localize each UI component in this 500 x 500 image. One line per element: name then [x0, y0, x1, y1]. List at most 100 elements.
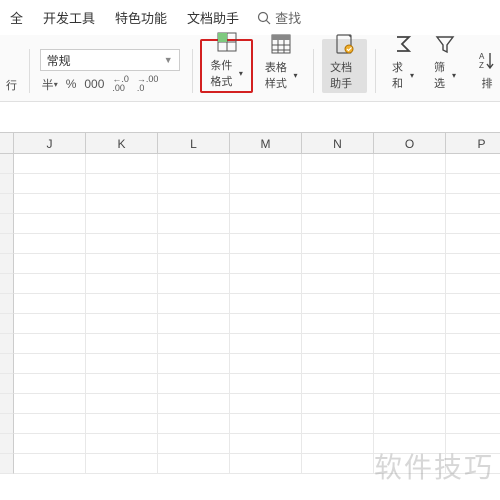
cell[interactable] — [158, 194, 230, 214]
cell[interactable] — [374, 294, 446, 314]
cell[interactable] — [158, 454, 230, 474]
cell[interactable] — [158, 314, 230, 334]
cell[interactable] — [374, 234, 446, 254]
cell[interactable] — [446, 194, 500, 214]
column-header[interactable]: L — [158, 133, 230, 153]
menu-safety[interactable]: 全 — [10, 8, 23, 27]
currency-button[interactable]: 半▾ — [40, 76, 60, 93]
cell[interactable] — [86, 334, 158, 354]
cell[interactable] — [374, 334, 446, 354]
cell[interactable] — [158, 154, 230, 174]
cell[interactable] — [86, 374, 158, 394]
cell[interactable] — [86, 454, 158, 474]
cell[interactable] — [86, 294, 158, 314]
cell[interactable] — [302, 394, 374, 414]
cell[interactable] — [446, 334, 500, 354]
cell[interactable] — [14, 354, 86, 374]
cell[interactable] — [14, 314, 86, 334]
doc-assistant-button[interactable]: 文档助手 — [322, 39, 367, 93]
sum-button[interactable]: 求和▾ — [384, 39, 422, 93]
cell[interactable] — [14, 434, 86, 454]
cell[interactable] — [446, 274, 500, 294]
column-header[interactable]: O — [374, 133, 446, 153]
cell[interactable] — [374, 214, 446, 234]
cell[interactable] — [14, 454, 86, 474]
row-header[interactable] — [0, 354, 14, 374]
row-header[interactable] — [0, 334, 14, 354]
cell[interactable] — [14, 214, 86, 234]
cell[interactable] — [230, 294, 302, 314]
cell[interactable] — [302, 294, 374, 314]
cell[interactable] — [446, 454, 500, 474]
cell[interactable] — [86, 394, 158, 414]
cell[interactable] — [230, 454, 302, 474]
cell[interactable] — [230, 234, 302, 254]
cell[interactable] — [446, 394, 500, 414]
cell[interactable] — [446, 354, 500, 374]
cell[interactable] — [86, 274, 158, 294]
row-header[interactable] — [0, 214, 14, 234]
cell[interactable] — [374, 454, 446, 474]
cell[interactable] — [302, 434, 374, 454]
cell[interactable] — [86, 154, 158, 174]
cell[interactable] — [302, 374, 374, 394]
row-header[interactable] — [0, 374, 14, 394]
cell[interactable] — [446, 234, 500, 254]
cell[interactable] — [374, 394, 446, 414]
cell[interactable] — [158, 334, 230, 354]
cell[interactable] — [374, 154, 446, 174]
row-header[interactable] — [0, 254, 14, 274]
row-header[interactable] — [0, 434, 14, 454]
cell[interactable] — [14, 334, 86, 354]
row-header[interactable] — [0, 454, 14, 474]
menu-doc-helper[interactable]: 文档助手 — [187, 8, 239, 27]
cell[interactable] — [14, 374, 86, 394]
comma-button[interactable]: 000 — [82, 77, 106, 91]
cell[interactable] — [86, 214, 158, 234]
cell[interactable] — [374, 174, 446, 194]
cell[interactable] — [230, 154, 302, 174]
cell[interactable] — [302, 454, 374, 474]
cell[interactable] — [302, 194, 374, 214]
cell[interactable] — [302, 254, 374, 274]
cell[interactable] — [230, 394, 302, 414]
cell[interactable] — [14, 174, 86, 194]
cell[interactable] — [374, 374, 446, 394]
cell[interactable] — [446, 314, 500, 334]
cell[interactable] — [302, 174, 374, 194]
row-header[interactable] — [0, 314, 14, 334]
menu-features[interactable]: 特色功能 — [115, 8, 167, 27]
cell[interactable] — [374, 274, 446, 294]
cell[interactable] — [14, 154, 86, 174]
cell[interactable] — [86, 354, 158, 374]
cell[interactable] — [158, 214, 230, 234]
cell[interactable] — [86, 314, 158, 334]
cell[interactable] — [14, 294, 86, 314]
cell[interactable] — [14, 254, 86, 274]
cell[interactable] — [302, 414, 374, 434]
cell[interactable] — [158, 354, 230, 374]
search-box[interactable]: 查找 — [257, 8, 301, 27]
cell[interactable] — [230, 174, 302, 194]
cell[interactable] — [230, 354, 302, 374]
cell[interactable] — [374, 194, 446, 214]
number-format-select[interactable]: 常规 ▼ — [40, 49, 180, 71]
cell[interactable] — [230, 434, 302, 454]
cell[interactable] — [14, 234, 86, 254]
cell[interactable] — [14, 274, 86, 294]
cell[interactable] — [158, 434, 230, 454]
table-style-button[interactable]: 表格样式▾ — [257, 39, 306, 93]
column-header[interactable]: K — [86, 133, 158, 153]
cell[interactable] — [86, 414, 158, 434]
cell[interactable] — [86, 254, 158, 274]
column-header[interactable]: M — [230, 133, 302, 153]
cell[interactable] — [86, 174, 158, 194]
row-header[interactable] — [0, 294, 14, 314]
cell[interactable] — [446, 434, 500, 454]
percent-button[interactable]: % — [64, 77, 79, 91]
cell[interactable] — [230, 274, 302, 294]
wrap-text-fragment[interactable]: 行 — [0, 77, 23, 93]
increase-decimal-button[interactable]: ←.0.00 — [110, 75, 131, 93]
cell[interactable] — [302, 214, 374, 234]
row-header[interactable] — [0, 394, 14, 414]
